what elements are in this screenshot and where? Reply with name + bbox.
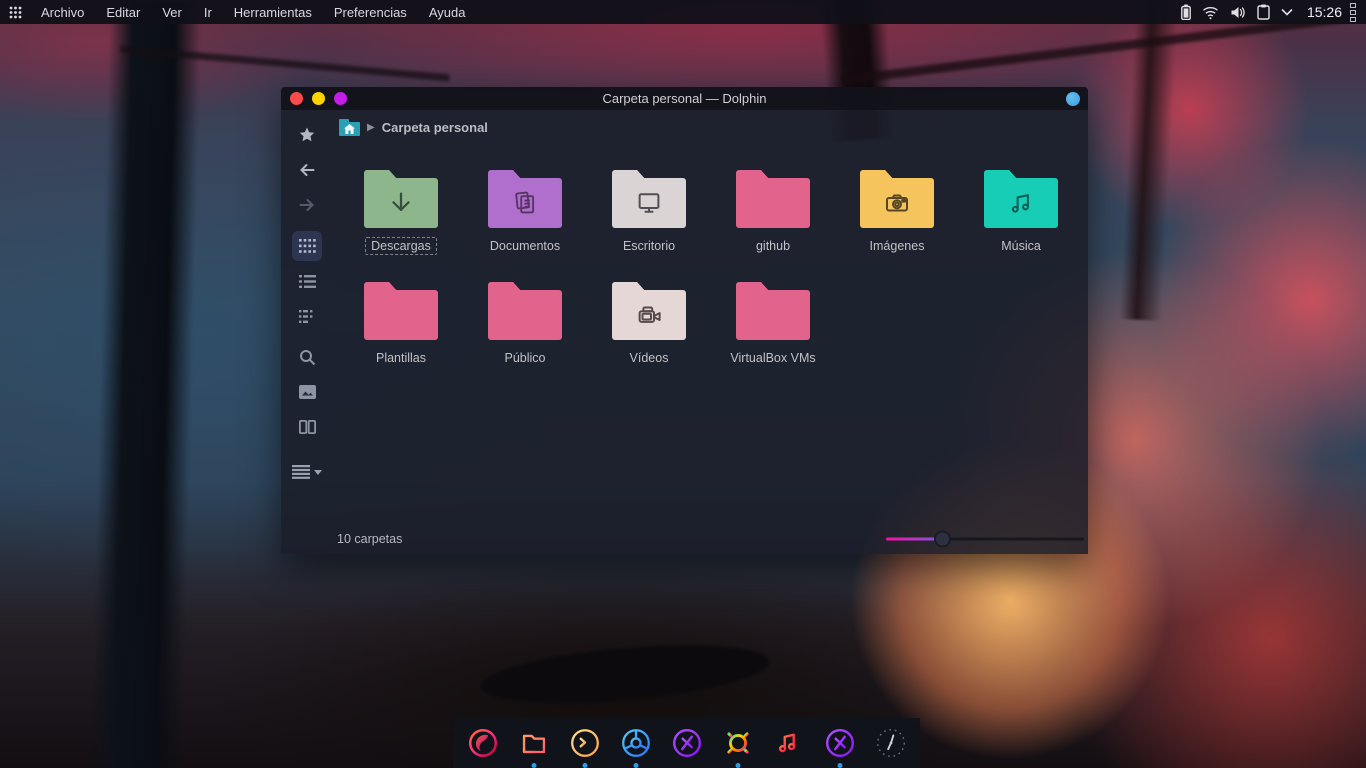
clipboard-icon[interactable] [1257,4,1270,20]
details-view-icon[interactable] [292,266,322,296]
menu-ver[interactable]: Ver [151,0,193,24]
titlebar[interactable]: Carpeta personal — Dolphin [281,87,1088,110]
maximize-button[interactable] [334,92,347,105]
chevron-down-icon[interactable] [1281,8,1293,16]
arrow-down-glyph [386,188,416,218]
folder-grid: Descargas Documentos Escritorio [333,144,1083,394]
folder-escritorio[interactable]: Escritorio [587,170,711,282]
search-icon[interactable] [292,342,322,372]
caret-down-icon [314,470,322,475]
panel-handle-icon[interactable] [1350,3,1356,22]
minimize-button[interactable] [312,92,325,105]
statusbar: 10 carpetas [281,524,1088,554]
icons-view-icon[interactable] [292,231,322,261]
dock-terminal-icon[interactable] [566,724,604,762]
toolbar-sidebar [281,110,333,554]
volume-icon[interactable] [1230,5,1246,20]
bookmarks-star-icon[interactable] [292,120,322,150]
preview-image-icon[interactable] [292,377,322,407]
dock-settings-gear-icon[interactable] [719,724,757,762]
folder-publico[interactable]: Público [463,282,587,394]
dock-firefox-icon[interactable] [464,724,502,762]
compact-view-icon[interactable] [292,301,322,331]
folder-documentos[interactable]: Documentos [463,170,587,282]
monitor-glyph [633,188,665,218]
dock-files-icon[interactable] [515,724,553,762]
apps-grid-icon[interactable] [0,0,30,24]
menu-preferencias[interactable]: Preferencias [323,0,418,24]
folder-videos[interactable]: Vídeos [587,282,711,394]
folder-count: 10 carpetas [337,532,402,546]
close-button[interactable] [290,92,303,105]
slider-handle[interactable] [934,531,951,548]
back-icon[interactable] [292,155,322,185]
dock [453,718,920,768]
folder-virtualbox-vms[interactable]: VirtualBox VMs [711,282,835,394]
menu-ayuda[interactable]: Ayuda [418,0,477,24]
music-glyph [1006,188,1036,218]
folder-descargas[interactable]: Descargas [339,170,463,282]
tree-trunk [90,0,202,768]
camera-glyph [881,188,913,218]
folder-imagenes[interactable]: Imágenes [835,170,959,282]
dolphin-window: Carpeta personal — Dolphin [281,87,1088,554]
menu-herramientas[interactable]: Herramientas [223,0,323,24]
dock-vscode-icon[interactable] [668,724,706,762]
dock-vscode-2-icon[interactable] [821,724,859,762]
folder-github[interactable]: github [711,170,835,282]
home-folder-icon[interactable] [339,119,360,136]
fallen-log [478,635,771,712]
video-glyph [633,300,665,330]
folder-musica[interactable]: Música [959,170,1083,282]
zoom-slider[interactable] [886,531,1084,548]
forward-icon[interactable] [292,190,322,220]
folder-plantillas[interactable]: Plantillas [339,282,463,394]
menu-editar[interactable]: Editar [95,0,151,24]
breadcrumb-arrow-icon: ▶ [367,122,375,133]
menu-ir[interactable]: Ir [193,0,223,24]
menu-archivo[interactable]: Archivo [30,0,95,24]
window-title: Carpeta personal — Dolphin [281,91,1088,106]
breadcrumb-path[interactable]: Carpeta personal [382,120,488,135]
hamburger-menu-icon[interactable] [292,465,322,479]
documents-glyph [510,188,540,218]
breadcrumb: ▶ Carpeta personal [333,110,1088,144]
network-icon[interactable] [1202,5,1219,20]
split-view-icon[interactable] [292,412,322,442]
dock-clock-icon[interactable] [872,724,910,762]
battery-icon[interactable] [1181,4,1191,20]
dock-music-icon[interactable] [770,724,808,762]
clock[interactable]: 15:26 [1307,4,1342,20]
dock-chrome-icon[interactable] [617,724,655,762]
global-menubar: Archivo Editar Ver Ir Herramientas Prefe… [0,0,1366,24]
window-menu-button[interactable] [1066,92,1080,106]
